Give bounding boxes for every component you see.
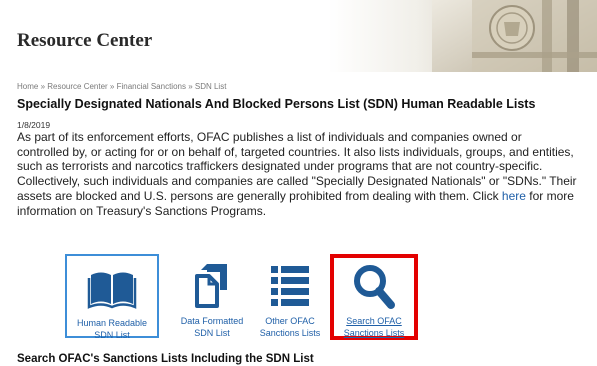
- page-title: Specially Designated Nationals And Block…: [17, 97, 536, 111]
- tile-human-readable-sdn-list[interactable]: Human Readable SDN List: [65, 254, 159, 340]
- tile-label-line2: Sanctions Lists: [259, 328, 321, 338]
- breadcrumb[interactable]: Home » Resource Center » Financial Sanct…: [17, 82, 226, 91]
- search-icon: [354, 265, 395, 309]
- documents-icon: [195, 264, 227, 308]
- here-link[interactable]: here: [502, 189, 526, 203]
- intro-paragraph: As part of its enforcement efforts, OFAC…: [17, 130, 577, 218]
- banner-title: Resource Center: [17, 30, 153, 51]
- intro-text: As part of its enforcement efforts, OFAC…: [17, 130, 577, 203]
- tile-label-line1: Search OFAC: [346, 316, 402, 326]
- tile-label-line2: Sanctions Lists: [343, 328, 405, 338]
- treasury-building-image: [432, 0, 597, 72]
- tile-label-line1: Other OFAC: [265, 316, 315, 326]
- publish-date: 1/8/2019: [17, 120, 51, 130]
- tile-search-ofac-sanctions-lists[interactable]: Search OFAC Sanctions Lists: [330, 254, 418, 340]
- tile-label-line1: Human Readable: [76, 318, 148, 328]
- tile-label-line2: SDN List: [94, 330, 130, 340]
- open-book-icon: [87, 272, 137, 309]
- section-heading: Search OFAC's Sanctions Lists Including …: [17, 353, 314, 365]
- page-banner: Resource Center: [0, 0, 597, 72]
- tile-other-ofac-sanctions-lists[interactable]: Other OFAC Sanctions Lists: [243, 254, 337, 338]
- list-icon: [271, 266, 309, 306]
